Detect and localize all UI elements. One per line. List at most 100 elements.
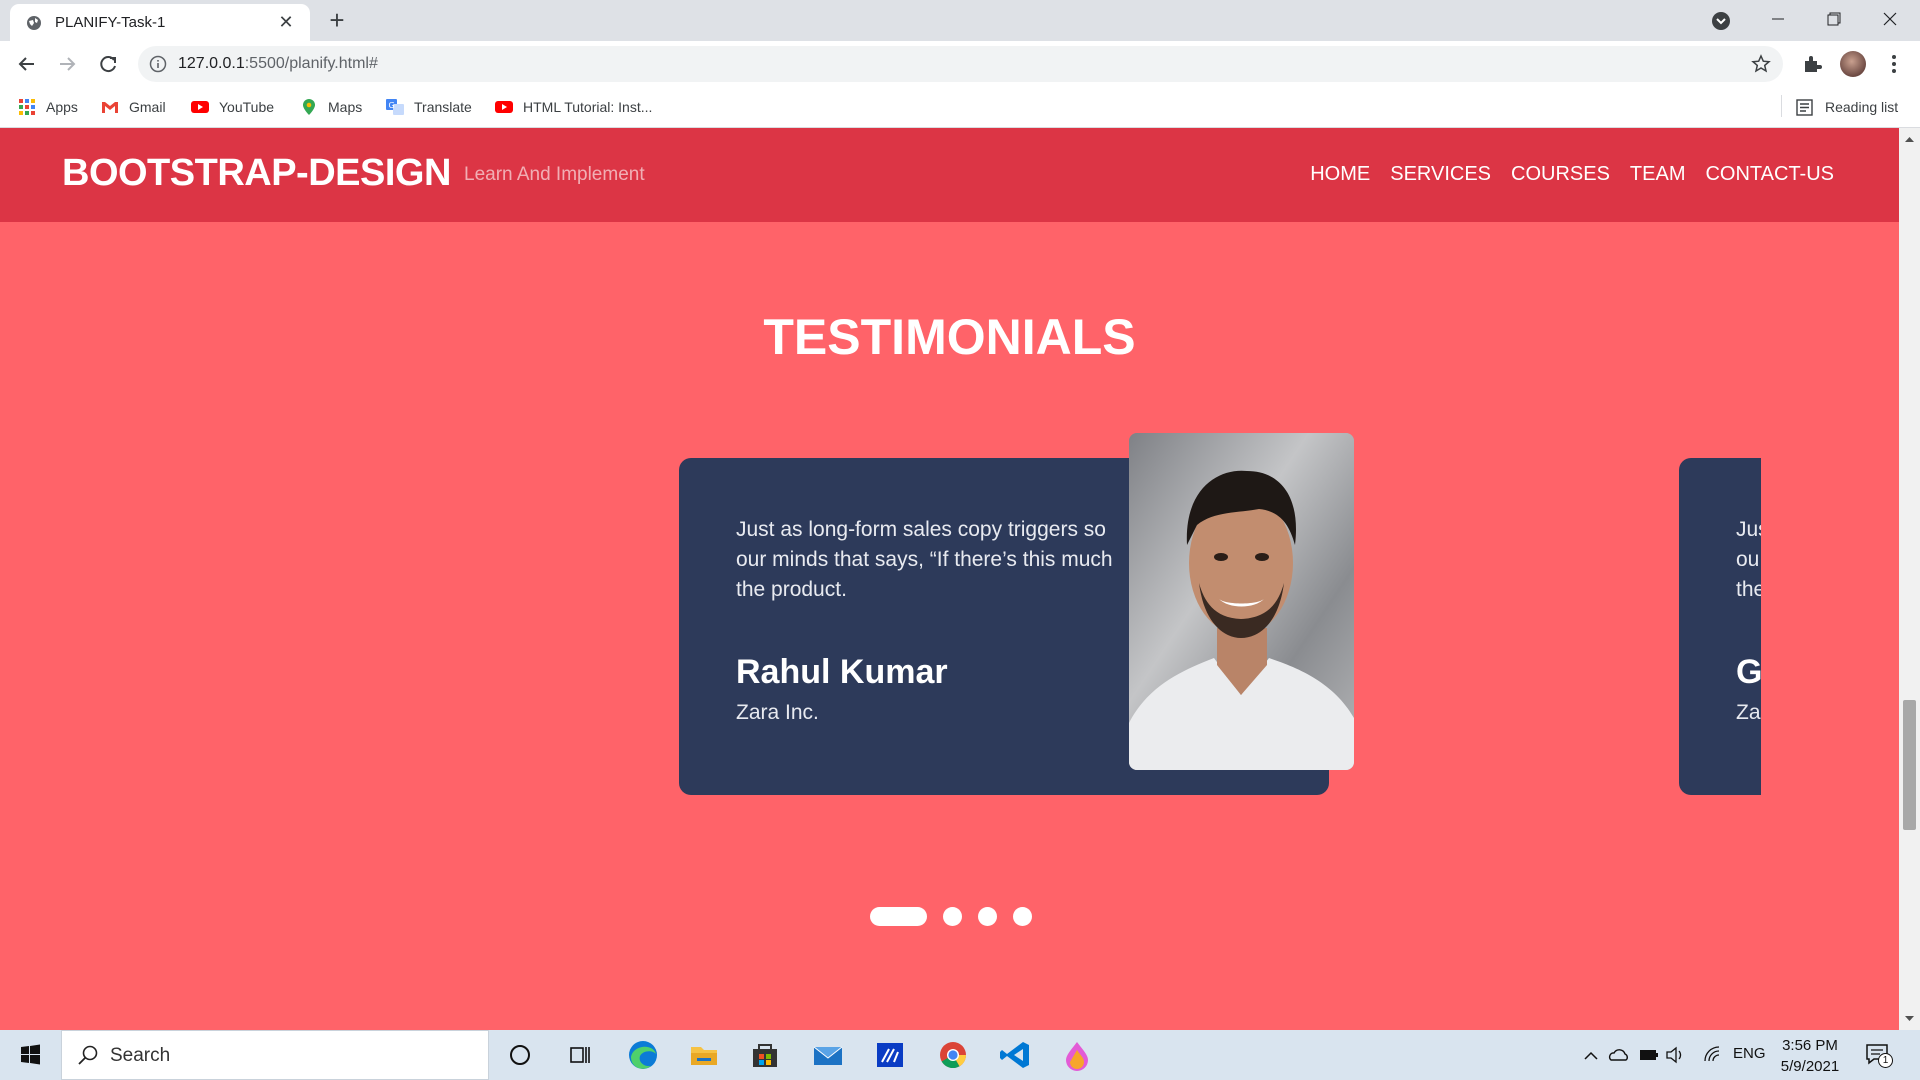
notification-badge: 1 (1878, 1053, 1893, 1068)
search-icon (78, 1045, 98, 1065)
edge-icon[interactable] (613, 1030, 673, 1080)
bookmark-label: Gmail (129, 99, 166, 115)
scroll-down-icon[interactable] (1904, 1013, 1915, 1024)
taskbar-search[interactable]: Search (61, 1030, 489, 1080)
action-center-button[interactable]: 1 (1865, 1042, 1893, 1068)
bookmark-label: Maps (328, 99, 363, 115)
task-view-icon[interactable] (550, 1030, 610, 1080)
quote-line: Jus (1736, 518, 1761, 541)
quote-line: Just as long-form sales copy triggers so (736, 518, 1106, 541)
carousel-dot[interactable] (978, 906, 997, 926)
reading-list-label: Reading list (1825, 99, 1899, 115)
extensions-puzzle-icon[interactable] (1801, 53, 1823, 75)
bookmark-label: Translate (414, 99, 472, 115)
bookmark-star-icon[interactable] (1751, 54, 1771, 74)
youtube-icon (191, 101, 209, 113)
testimonial-photo (1129, 433, 1354, 770)
restore-icon[interactable] (1806, 0, 1862, 38)
quote-line: the product. (736, 578, 847, 601)
bookmark-label: HTML Tutorial: Inst... (523, 99, 653, 115)
page-viewport: BOOTSTRAP-DESIGN Learn And Implement HOM… (0, 128, 1899, 1030)
scrollbar-thumb[interactable] (1903, 700, 1916, 830)
battery-icon[interactable] (1637, 1030, 1661, 1080)
reload-icon[interactable] (93, 49, 123, 79)
reading-list-icon (1796, 99, 1813, 116)
globe-icon (27, 16, 41, 30)
testimonial-company: Za (1736, 701, 1761, 724)
back-arrow-icon[interactable] (12, 49, 42, 79)
tab-close-icon[interactable]: ✕ (274, 10, 298, 34)
page-scrollbar[interactable] (1899, 128, 1920, 1030)
browser-toolbar: 127.0.0.1:5500/planify.html# (0, 41, 1920, 87)
network-icon[interactable] (1701, 1030, 1723, 1080)
file-explorer-icon[interactable] (674, 1030, 734, 1080)
person-portrait (1129, 433, 1354, 770)
carousel-dot-active[interactable] (870, 906, 927, 926)
bookmarks-bar: Apps Gmail YouTube Maps G Translate HTML… (0, 87, 1920, 128)
scroll-up-icon[interactable] (1904, 134, 1915, 145)
carousel-dots (870, 906, 1032, 926)
section-title: TESTIMONIALS (763, 309, 1136, 365)
carousel-dot[interactable] (943, 906, 962, 926)
profile-avatar[interactable] (1840, 51, 1866, 77)
chrome-icon[interactable] (923, 1030, 983, 1080)
search-placeholder: Search (110, 1045, 171, 1066)
maps-icon (303, 99, 315, 115)
clock-date: 5/9/2021 (1780, 1058, 1840, 1075)
nav-home[interactable]: HOME (1310, 163, 1370, 186)
url-path: :5500/planify.html# (244, 55, 378, 72)
paint-3d-icon[interactable] (1047, 1030, 1107, 1080)
onedrive-icon[interactable] (1607, 1030, 1631, 1080)
testimonial-company: Zara Inc. (736, 701, 819, 724)
nav-courses[interactable]: COURSES (1511, 163, 1610, 186)
testimonial-card-next[interactable]: Jus ou the G Za (1679, 458, 1761, 795)
testimonial-name: Rahul Kumar (736, 653, 948, 691)
carousel-dot[interactable] (1013, 906, 1032, 926)
url-host: 127.0.0.1 (178, 55, 245, 72)
input-language[interactable]: ENG (1733, 1045, 1766, 1062)
show-hidden-icons-icon[interactable] (1580, 1030, 1602, 1080)
nav-team[interactable]: TEAM (1630, 163, 1686, 186)
window-close-icon[interactable] (1862, 0, 1918, 38)
quote-line: the (1736, 578, 1761, 601)
store-icon[interactable] (735, 1030, 795, 1080)
translate-icon: G (386, 99, 404, 115)
site-info-icon[interactable] (149, 55, 167, 73)
site-tagline: Learn And Implement (464, 164, 645, 185)
nav-links: HOME SERVICES COURSES TEAM CONTACT-US (1310, 163, 1834, 186)
new-tab-icon[interactable]: + (322, 6, 352, 36)
mail-icon[interactable] (798, 1030, 858, 1080)
browser-tab-strip: PLANIFY-Task-1 ✕ + (0, 0, 1920, 41)
testimonial-quote: Just as long-form sales copy triggers so… (736, 515, 1136, 605)
nav-contact-us[interactable]: CONTACT-US (1705, 163, 1834, 186)
vscode-icon[interactable] (985, 1030, 1045, 1080)
gmail-icon (102, 102, 118, 113)
url-text: 127.0.0.1:5500/planify.html# (178, 55, 378, 73)
windows-taskbar: Search ENG 3:56 PM 5/9/2021 1 (0, 1030, 1920, 1080)
windows-start-icon[interactable] (0, 1030, 60, 1080)
tab-title: PLANIFY-Task-1 (55, 14, 166, 31)
site-brand[interactable]: BOOTSTRAP-DESIGN (62, 152, 451, 195)
testimonial-card[interactable]: Just as long-form sales copy triggers so… (679, 433, 1354, 795)
bookmark-label: YouTube (219, 99, 275, 115)
apps-grid-icon (19, 99, 35, 115)
volume-icon[interactable] (1664, 1030, 1686, 1080)
bookmark-separator (1781, 95, 1782, 117)
minimize-icon[interactable] (1750, 0, 1806, 38)
testimonial-name: G (1736, 653, 1761, 691)
cortana-icon[interactable] (490, 1030, 550, 1080)
address-bar[interactable]: 127.0.0.1:5500/planify.html# (138, 46, 1783, 82)
svg-text:G: G (389, 101, 395, 110)
more-menu-icon[interactable] (1882, 52, 1906, 76)
system-clock[interactable]: 3:56 PM 5/9/2021 (1770, 1035, 1850, 1077)
browser-tab[interactable]: PLANIFY-Task-1 ✕ (10, 4, 310, 41)
quote-line: our minds that says, “If there’s this mu… (736, 548, 1113, 571)
nav-services[interactable]: SERVICES (1390, 163, 1491, 186)
app-shortcut-icon[interactable] (860, 1030, 920, 1080)
bookmark-label: Apps (46, 99, 78, 115)
testimonial-quote: Jus ou the (1736, 515, 1761, 605)
quote-line: ou (1736, 548, 1760, 571)
forward-arrow-icon[interactable] (52, 49, 82, 79)
site-navbar: BOOTSTRAP-DESIGN Learn And Implement HOM… (0, 128, 1899, 222)
tab-search-icon[interactable] (1710, 10, 1732, 32)
